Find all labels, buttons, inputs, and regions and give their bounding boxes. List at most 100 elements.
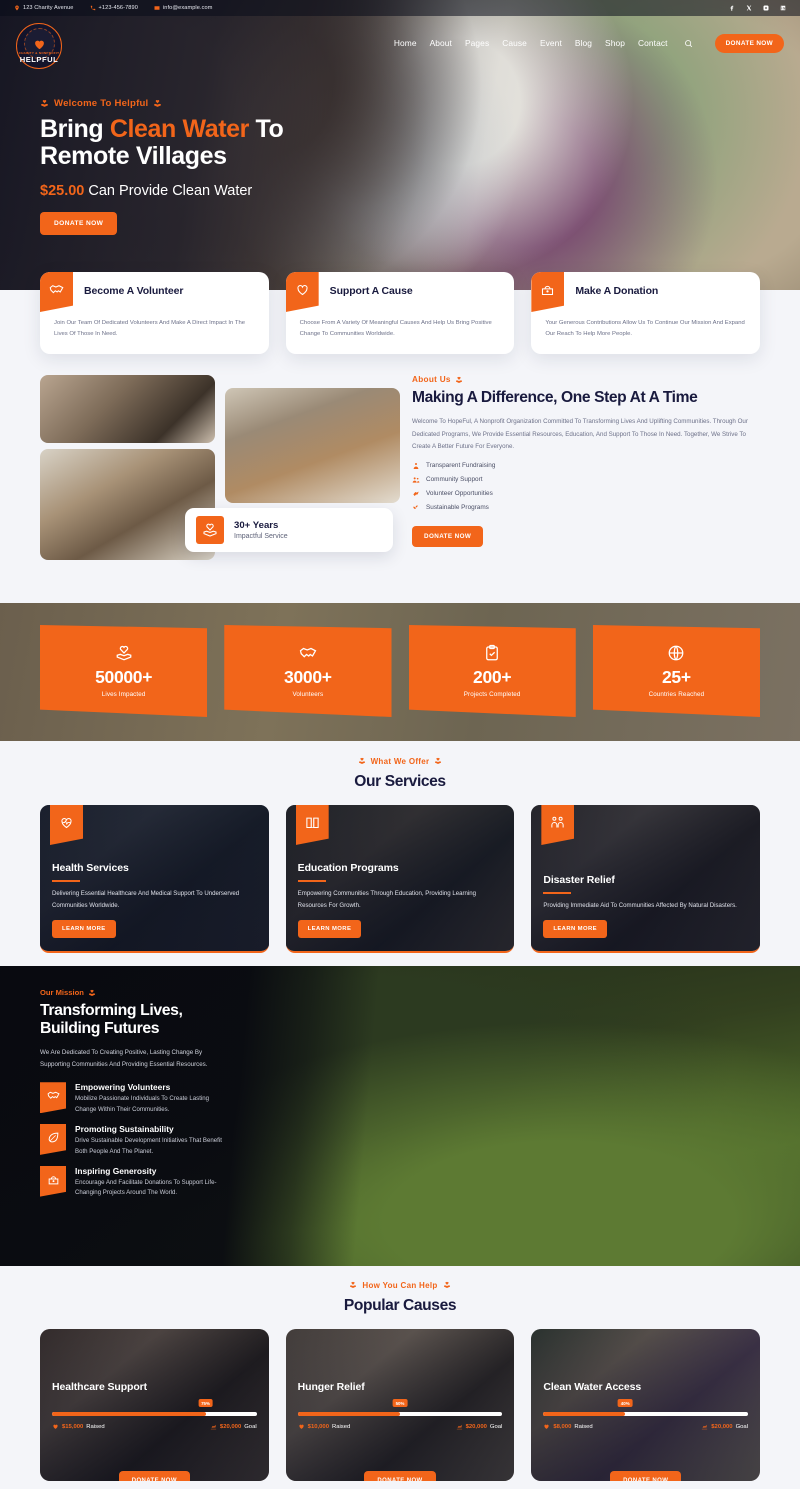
logo-tagline: CHARITY & NONPROFIT — [18, 50, 60, 55]
landing-page: 123 Charity Avenue +123-456-7890 info@ex… — [0, 0, 800, 1489]
nav-item-event[interactable]: Event — [540, 38, 562, 48]
causes-section: How You Can Help Popular Causes Healthca… — [0, 1276, 800, 1481]
nav-item-about[interactable]: About — [430, 38, 452, 48]
chart-icon — [210, 1424, 217, 1430]
causes-eyebrow: How You Can Help — [349, 1281, 450, 1290]
header-donate-button[interactable]: DONATE NOW — [714, 33, 784, 53]
globe-icon — [668, 645, 684, 661]
service-card-title: Disaster Relief — [543, 873, 615, 886]
cause-card-body: Hunger Relief 50% $10,000 Raised $20,000… — [297, 1381, 503, 1430]
heart-icon — [544, 1424, 549, 1429]
nav-item-blog[interactable]: Blog — [575, 38, 592, 48]
service-card-education[interactable]: Education Programs Empowering Communitie… — [285, 805, 515, 953]
ribbon-icon — [413, 491, 419, 496]
about-image-3 — [225, 388, 400, 503]
services-eyebrow-text: What We Offer — [370, 756, 430, 766]
nav-item-home[interactable]: Home — [394, 38, 417, 48]
cause-raised: $8,000 Raised — [543, 1423, 593, 1430]
topbar-email[interactable]: info@example.com — [154, 5, 213, 11]
heart-pulse-icon — [50, 805, 83, 845]
nav-item-contact[interactable]: Contact — [638, 38, 668, 48]
people-support-icon — [541, 805, 575, 845]
cause-card-hunger[interactable]: Hunger Relief 50% $10,000 Raised $20,000… — [285, 1329, 515, 1481]
cause-donate-button[interactable]: DONATE NOW — [610, 1471, 682, 1481]
person-icon — [413, 462, 419, 469]
cause-goal-amount: $20,000 — [219, 1423, 242, 1430]
stat-number: 3000+ — [284, 667, 332, 687]
site-logo[interactable]: CHARITY & NONPROFIT HELPFUL — [16, 23, 62, 69]
service-card-body: Health Services Delivering Essential Hea… — [52, 862, 257, 938]
cause-card-body: Clean Water Access 40% $8,000 Raised $20… — [543, 1381, 749, 1430]
people-icon — [412, 476, 420, 483]
cause-card-title: Clean Water Access — [543, 1381, 642, 1393]
mission-item-text: Inspiring Generosity Encourage And Facil… — [75, 1166, 225, 1200]
service-card-divider — [543, 891, 572, 894]
service-card-disaster[interactable]: Disaster Relief Providing Immediate Aid … — [531, 805, 761, 953]
nav-item-pages[interactable]: Pages — [465, 38, 489, 48]
about-list-label: Transparent Fundraising — [426, 462, 496, 470]
about-image-1 — [40, 375, 215, 443]
facebook-icon[interactable] — [729, 5, 735, 11]
cause-donate-button[interactable]: DONATE NOW — [364, 1471, 436, 1481]
about-donate-button[interactable]: DONATE NOW — [412, 525, 484, 547]
hero-eyebrow-text: Welcome To Helpful — [54, 98, 149, 109]
feature-card-cause[interactable]: Support A Cause Choose From A Variety Of… — [285, 272, 515, 354]
hero-title-part1: Bring — [40, 115, 110, 143]
experience-label: Impactful Service — [234, 532, 288, 540]
services-header: What We Offer Our Services — [0, 752, 800, 791]
envelope-icon — [154, 6, 160, 10]
service-learn-more-button[interactable]: LEARN MORE — [543, 920, 607, 938]
causes-header: How You Can Help Popular Causes — [0, 1276, 800, 1315]
cause-cta-wrap: DONATE NOW — [286, 1471, 515, 1481]
cause-goal-label: Goal — [735, 1423, 749, 1430]
feature-card-desc: Join Our Team Of Dedicated Volunteers An… — [54, 320, 245, 337]
feature-card-volunteer[interactable]: Become A Volunteer Join Our Team Of Dedi… — [40, 272, 269, 354]
service-card-body: Education Programs Empowering Communitie… — [297, 862, 503, 938]
experience-badge: 30+ Years Impactful Service — [185, 508, 393, 552]
service-learn-more-button[interactable]: LEARN MORE — [52, 920, 116, 938]
cause-raised-label: Raised — [331, 1423, 351, 1430]
people-support-glyph-icon — [551, 816, 564, 828]
service-card-health[interactable]: Health Services Delivering Essential Hea… — [40, 805, 269, 953]
service-card-title: Education Programs — [297, 862, 399, 875]
about-list-item: Transparent Fundraising — [412, 462, 760, 470]
mission-item-text: Promoting Sustainability Drive Sustainab… — [75, 1124, 225, 1158]
feature-card-header: Make A Donation — [531, 272, 760, 312]
leaf-glyph-icon — [48, 1132, 58, 1143]
feature-card-donation[interactable]: Make A Donation Your Generous Contributi… — [531, 272, 761, 354]
hand-heart-icon — [88, 989, 95, 996]
hero-price-text: Can Provide Clean Water — [88, 183, 253, 199]
cause-raised: $15,000 Raised — [52, 1423, 105, 1430]
x-icon[interactable] — [746, 5, 752, 11]
service-card-divider — [297, 880, 326, 883]
cause-progress-fill — [543, 1412, 626, 1416]
feature-card-header: Become A Volunteer — [40, 272, 269, 312]
service-learn-more-button[interactable]: LEARN MORE — [297, 920, 362, 938]
about-eyebrow-text: About Us — [412, 375, 451, 384]
hero-donate-button[interactable]: DONATE NOW — [40, 212, 118, 235]
cause-donate-button[interactable]: DONATE NOW — [118, 1471, 190, 1481]
cause-raised-amount: $8,000 — [553, 1423, 572, 1430]
service-card-desc: Empowering Communities Through Education… — [297, 890, 477, 909]
cause-card-healthcare[interactable]: Healthcare Support 75% $15,000 Raised $2… — [40, 1329, 269, 1481]
mission-item-volunteers: Empowering Volunteers Mobilize Passionat… — [40, 1082, 270, 1116]
cause-card-meta: $8,000 Raised $20,000 Goal — [543, 1423, 748, 1430]
search-button[interactable] — [684, 39, 693, 48]
about-section: 30+ Years Impactful Service About Us Mak… — [0, 375, 800, 580]
nav-item-shop[interactable]: Shop — [605, 38, 625, 48]
mission-section: Our Mission Transforming Lives, Building… — [0, 966, 800, 1266]
mission-item-title: Promoting Sustainability — [75, 1123, 174, 1134]
cause-card-water[interactable]: Clean Water Access 40% $8,000 Raised $20… — [531, 1329, 761, 1481]
stat-countries-reached: 25+ Countries Reached — [592, 625, 760, 717]
linkedin-icon[interactable] — [780, 5, 786, 11]
cause-cta-wrap: DONATE NOW — [40, 1471, 269, 1481]
hand-heart-icon — [350, 1281, 357, 1288]
about-list-label: Volunteer Opportunities — [426, 490, 493, 498]
sprout-icon — [413, 504, 418, 511]
hand-heart-icon — [435, 757, 442, 764]
nav-item-cause[interactable]: Cause — [502, 38, 527, 48]
stat-volunteers: 3000+ Volunteers — [224, 625, 392, 717]
topbar-phone[interactable]: +123-456-7890 — [90, 5, 138, 11]
feature-card-title: Make A Donation — [575, 285, 659, 297]
instagram-icon[interactable] — [763, 5, 769, 11]
